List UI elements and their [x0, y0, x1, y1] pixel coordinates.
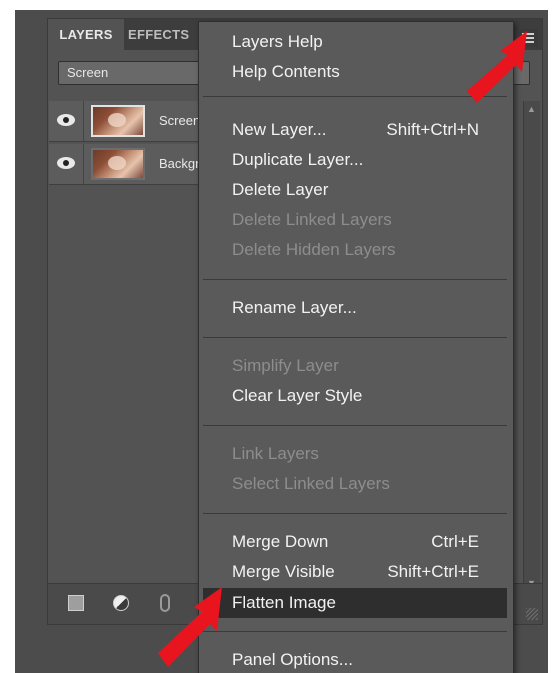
menu-separator — [203, 513, 507, 514]
menu-item-duplicate-layer[interactable]: Duplicate Layer... — [199, 145, 511, 175]
menu-item-label: Panel Options... — [232, 650, 353, 669]
menu-item-shortcut: Ctrl+E — [431, 532, 479, 551]
visibility-toggle[interactable] — [49, 101, 84, 141]
menu-item-label: Duplicate Layer... — [232, 150, 364, 169]
menu-item-delete-layer[interactable]: Delete Layer — [199, 175, 511, 205]
layer-thumbnail — [91, 148, 145, 180]
menu-item-label: Flatten Image — [232, 593, 336, 612]
menu-item-label: New Layer... — [232, 120, 327, 139]
layer-thumbnail — [91, 105, 145, 137]
layer-row-screen[interactable]: Screen — [49, 101, 201, 142]
menu-separator — [203, 337, 507, 338]
menu-item-label: Delete Linked Layers — [232, 210, 392, 229]
tab-layers[interactable]: LAYERS — [48, 19, 124, 50]
menu-item-delete-linked-layers: Delete Linked Layers — [199, 205, 511, 235]
adjustment-layer-icon[interactable] — [113, 595, 129, 611]
visibility-toggle[interactable] — [49, 144, 84, 184]
menu-item-merge-visible[interactable]: Merge Visible Shift+Ctrl+E — [199, 557, 511, 587]
menu-item-delete-hidden-layers: Delete Hidden Layers — [199, 235, 511, 265]
annotation-arrow-icon — [158, 587, 222, 667]
menu-item-label: Merge Visible — [232, 562, 335, 581]
menu-item-rename-layer[interactable]: Rename Layer... — [199, 293, 511, 323]
resize-grip-icon[interactable] — [526, 608, 538, 620]
screenshot-stage: LAYERS EFFECTS Screen Screen Background … — [0, 0, 556, 673]
menu-item-shortcut: Shift+Ctrl+N — [386, 120, 479, 139]
menu-item-label: Delete Layer — [232, 180, 329, 199]
new-layer-icon[interactable] — [68, 595, 84, 611]
blend-mode-value: Screen — [67, 65, 109, 80]
menu-item-select-linked-layers: Select Linked Layers — [199, 469, 511, 499]
scroll-up-icon[interactable]: ▲ — [527, 104, 536, 114]
eye-icon — [57, 157, 75, 169]
menu-item-label: Simplify Layer — [232, 356, 339, 375]
menu-item-link-layers: Link Layers — [199, 439, 511, 469]
layers-scrollbar[interactable]: ▲ ▼ — [523, 101, 540, 591]
menu-separator — [203, 279, 507, 280]
menu-item-shortcut: Shift+Ctrl+E — [387, 562, 479, 581]
menu-separator — [203, 631, 507, 632]
menu-item-label: Link Layers — [232, 444, 319, 463]
menu-item-panel-options[interactable]: Panel Options... — [199, 645, 511, 673]
menu-item-simplify-layer: Simplify Layer — [199, 351, 511, 381]
menu-item-label: Rename Layer... — [232, 298, 357, 317]
menu-item-label: Clear Layer Style — [232, 386, 363, 405]
eye-icon — [57, 114, 75, 126]
layer-row-background[interactable]: Background — [49, 144, 228, 185]
menu-item-clear-layer-style[interactable]: Clear Layer Style — [199, 381, 511, 411]
menu-item-flatten-image[interactable]: Flatten Image — [203, 588, 507, 618]
menu-item-label: Layers Help — [232, 32, 323, 51]
menu-item-merge-down[interactable]: Merge Down Ctrl+E — [199, 527, 511, 557]
menu-item-label: Help Contents — [232, 62, 340, 81]
panel-options-menu: Layers Help Help Contents New Layer... S… — [198, 21, 514, 673]
menu-item-label: Delete Hidden Layers — [232, 240, 396, 259]
menu-item-new-layer[interactable]: New Layer... Shift+Ctrl+N — [199, 115, 511, 145]
menu-separator — [203, 425, 507, 426]
menu-item-label: Select Linked Layers — [232, 474, 390, 493]
layer-name: Screen — [159, 113, 201, 128]
annotation-arrow-icon — [467, 31, 527, 103]
menu-item-label: Merge Down — [232, 532, 329, 551]
